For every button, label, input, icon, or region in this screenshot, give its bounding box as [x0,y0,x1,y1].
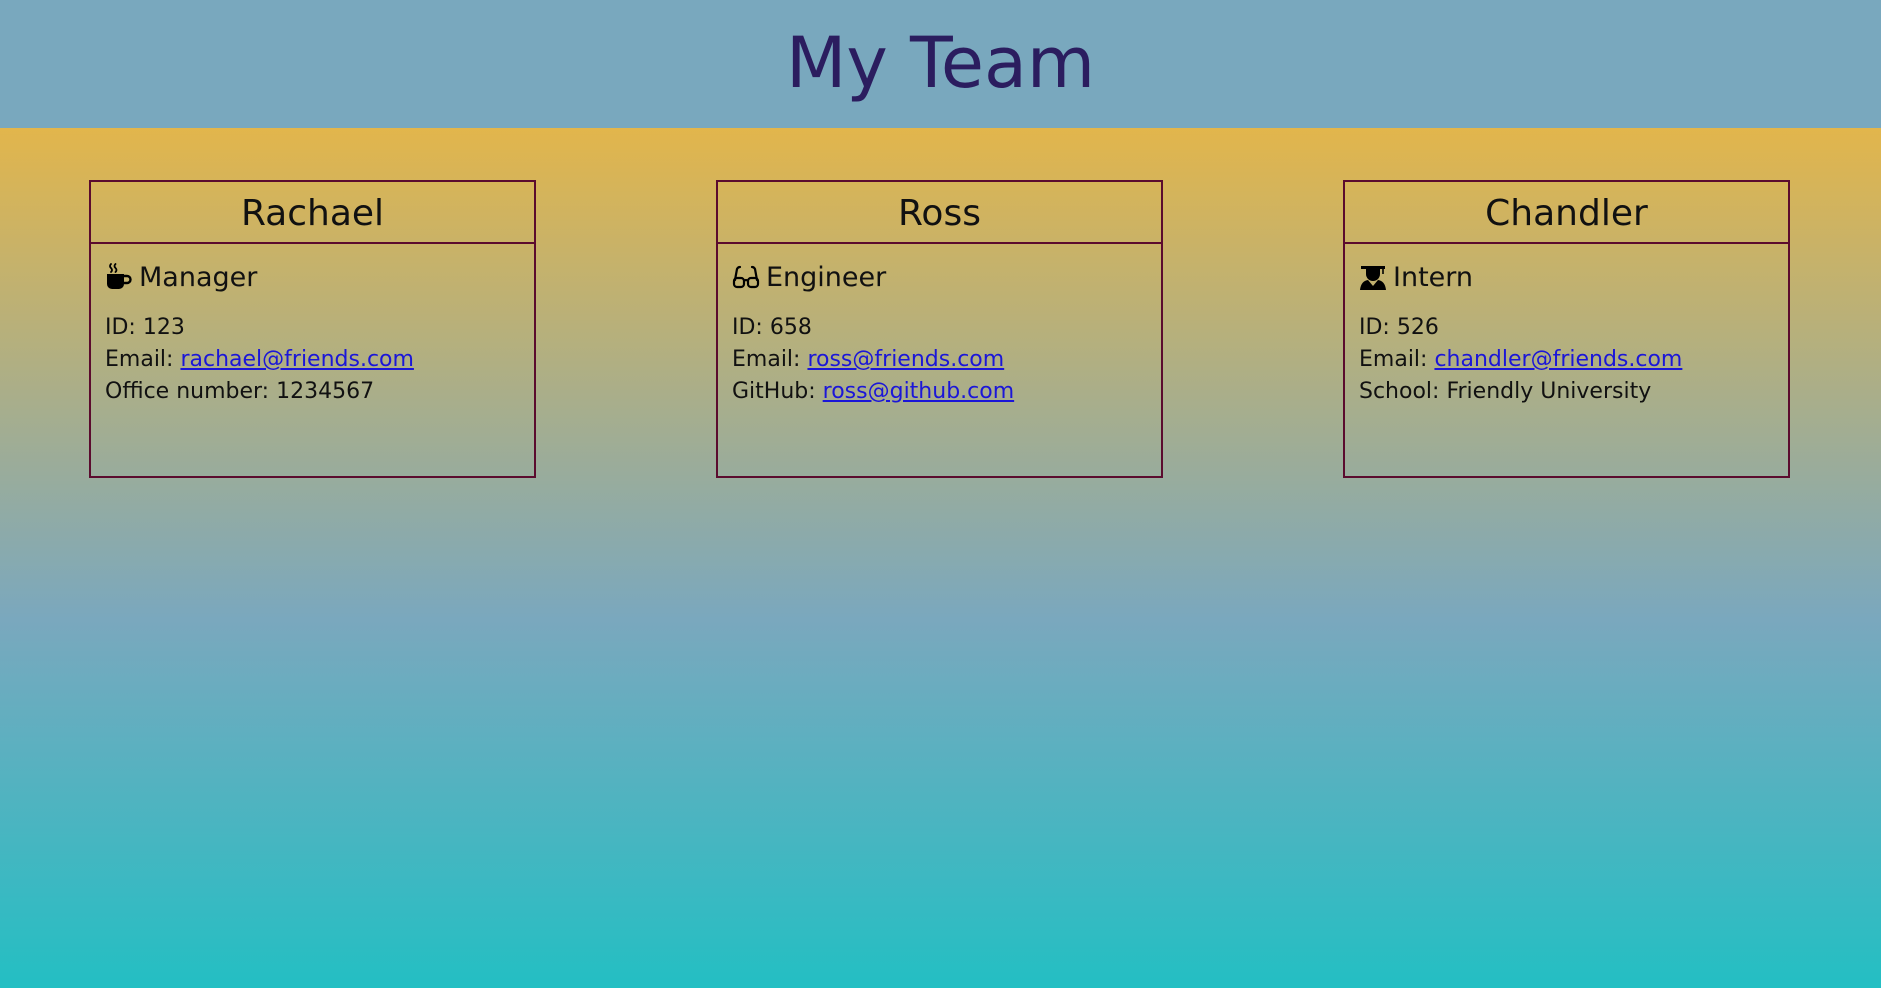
page-title: My Team [785,22,1096,104]
role-label: Manager [139,261,258,293]
card-body: Engineer ID: 658 Email: ross@friends.com… [718,244,1161,408]
coffee-mug-icon [107,263,132,289]
email-link[interactable]: rachael@friends.com [180,347,413,372]
graduate-icon [1360,266,1386,290]
email-label: Email: [105,347,181,372]
employee-id: ID: 526 [1359,312,1774,344]
id-value: 526 [1396,315,1439,340]
email-label: Email: [1359,347,1435,372]
card-body: Manager ID: 123 Email: rachael@friends.c… [91,244,534,408]
employee-role: Manager [105,258,520,296]
employee-id: ID: 658 [732,312,1147,344]
id-label: ID: [732,315,770,340]
id-label: ID: [105,315,143,340]
employee-role: Intern [1359,258,1774,296]
github-label: GitHub: [732,379,823,404]
id-label: ID: [1359,315,1397,340]
role-label: Engineer [766,261,887,293]
employee-card-ross: Ross Engineer ID: 658 Email: ross@friend… [716,180,1163,478]
employee-github: GitHub: ross@github.com [732,376,1147,408]
employee-name: Chandler [1345,182,1788,244]
school-label: School: [1359,379,1447,404]
employee-email: Email: ross@friends.com [732,344,1147,376]
email-label: Email: [732,347,808,372]
email-link[interactable]: ross@friends.com [807,347,1004,372]
email-link[interactable]: chandler@friends.com [1434,347,1682,372]
github-link[interactable]: ross@github.com [823,379,1014,404]
card-body: Intern ID: 526 Email: chandler@friends.c… [1345,244,1788,408]
office-number-value: 1234567 [276,379,375,404]
page-header: My Team [0,0,1881,128]
employee-name: Rachael [91,182,534,244]
office-number-label: Office number: [105,379,277,404]
glasses-icon [732,265,760,289]
role-label: Intern [1393,261,1474,293]
employee-role: Engineer [732,258,1147,296]
employee-name: Ross [718,182,1161,244]
employee-email: Email: chandler@friends.com [1359,344,1774,376]
employee-office-number: Office number: 1234567 [105,376,520,408]
employee-card-rachael: Rachael Manager ID: 123 Email: rachael@f… [89,180,536,478]
employee-email: Email: rachael@friends.com [105,344,520,376]
id-value: 658 [769,315,812,340]
school-value: Friendly University [1446,379,1652,404]
employee-school: School: Friendly University [1359,376,1774,408]
employee-card-chandler: Chandler Intern ID: 526 Email: chandler@… [1343,180,1790,478]
employee-id: ID: 123 [105,312,520,344]
id-value: 123 [142,315,185,340]
